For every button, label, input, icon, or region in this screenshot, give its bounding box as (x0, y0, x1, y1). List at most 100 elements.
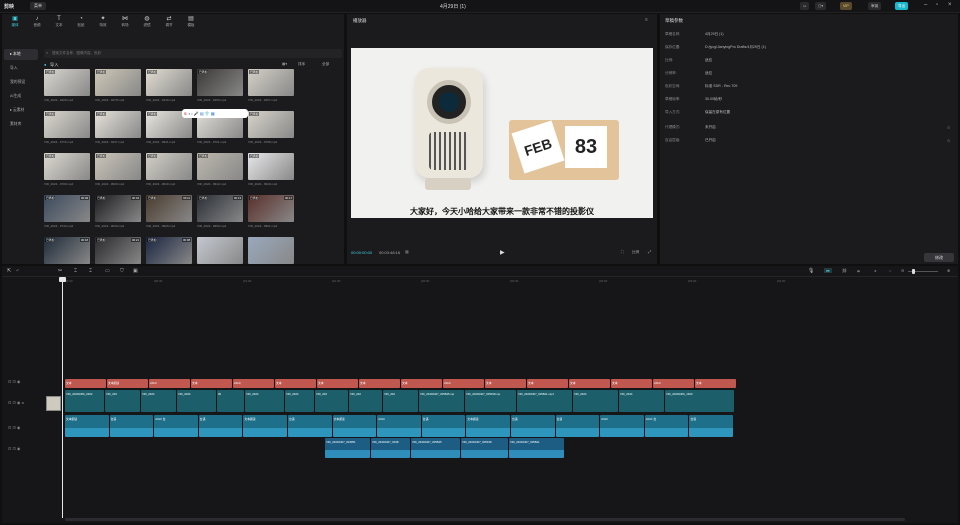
view-toggle-icon[interactable]: ▦▾ (282, 62, 287, 66)
media-thumbnail[interactable]: 已添加 (248, 69, 294, 96)
timeline-clip[interactable]: 台语 (288, 415, 332, 437)
menu-icon[interactable]: ≡ (645, 17, 648, 23)
sidebar-item-1[interactable]: ▸ 本地 (4, 49, 38, 60)
play-icon[interactable]: ▶ (500, 249, 505, 256)
timeline-clip[interactable]: 文本朗读 (332, 415, 377, 437)
shield-icon[interactable]: ⛉ (120, 268, 124, 274)
media-thumbnail[interactable]: 已添加 (197, 69, 243, 96)
split-icon[interactable]: ✂ (58, 268, 62, 274)
media-thumbnail[interactable]: 已添加 (44, 153, 90, 180)
timeline-clip[interactable]: 文本朗读 (65, 415, 109, 437)
media-thumbnail[interactable]: 已添加 (146, 153, 192, 180)
media-thumbnail[interactable]: 已添加 00:13 (197, 195, 243, 222)
media-thumbnail[interactable]: 已添加 00:11 (146, 195, 192, 222)
audio-track2-lock-icon[interactable]: ⊡ ⊡ ◉ (8, 446, 20, 451)
preview-frame[interactable]: FEB 83 大家好，今天小哈给大家带来一款非常不错的投影仪 (351, 48, 653, 218)
timeline-clip[interactable]: VID_2024 (245, 390, 284, 412)
media-thumbnail[interactable]: 已添加 (95, 153, 141, 180)
split-right-icon[interactable]: ⌶ (89, 268, 92, 274)
layout-icon[interactable]: ▭ (800, 2, 810, 10)
timeline-clip[interactable]: VID_20240407_0048 (371, 438, 410, 458)
timeline-clip[interactable]: VID_20240407_004951 (325, 438, 370, 458)
crop-icon[interactable]: ⛶ (621, 249, 624, 254)
timeline-clip[interactable]: 文本朗读 (107, 379, 148, 388)
text-track-lock-icon[interactable]: ⊡ ⊡ ◉ (8, 379, 20, 384)
ratio-button[interactable]: 比例 (632, 250, 639, 255)
media-thumbnail[interactable]: 已添加 (248, 153, 294, 180)
minimize-icon[interactable]: – (924, 2, 927, 8)
sidebar-item-3[interactable]: 我的预设 (4, 77, 38, 88)
timeline-clip[interactable]: 文本 (695, 379, 736, 388)
crop-icon[interactable]: ▣ (133, 268, 138, 274)
vip-button[interactable]: VIP (840, 2, 852, 10)
media-thumbnail[interactable]: 已添加 00:18 (44, 237, 90, 264)
timeline-clip[interactable]: AIGC (653, 379, 694, 388)
timeline-clip[interactable]: VID_202 (383, 390, 418, 412)
timeline-clip[interactable]: VID_2024 (619, 390, 664, 412)
close-icon[interactable]: × (948, 2, 952, 8)
sidebar-item-6[interactable]: 素材库 (4, 119, 38, 130)
media-thumbnail[interactable]: 已添加 (146, 69, 192, 96)
timeline-clip[interactable]: 文本 (359, 379, 400, 388)
media-thumbnail[interactable]: 已添加 00:08 (146, 237, 192, 264)
timeline-clip[interactable]: 文本 (485, 379, 526, 388)
timeline-clip[interactable]: VID_20240407_005821 (509, 438, 564, 458)
tab-1[interactable]: ▣ 媒体 (4, 15, 26, 28)
select-icon[interactable]: ⇱ (7, 268, 11, 274)
tab-6[interactable]: ⋈ 转场 (114, 15, 136, 28)
timeline-clip[interactable]: 文本 (317, 379, 358, 388)
timeline-clip[interactable]: 文本 (65, 379, 106, 388)
timeline-clip[interactable]: 台语 (109, 415, 154, 437)
split-left-icon[interactable]: ⌶ (74, 268, 77, 274)
horizontal-scrollbar[interactable] (65, 518, 905, 521)
info-icon[interactable]: ⊙ (947, 138, 950, 143)
timeline-clip[interactable]: VID_2024 (285, 390, 314, 412)
timeline-clip[interactable]: VID_20240406_1300 (665, 390, 734, 412)
timeline-clip[interactable]: VID_2024 (141, 390, 176, 412)
timeline-clip[interactable]: 台语 (689, 415, 733, 437)
sort-button[interactable]: 排序 (298, 62, 305, 67)
monitor-icon[interactable]: ▢▾ (815, 2, 827, 10)
media-thumbnail[interactable]: 已添加 (44, 111, 90, 138)
filter-button[interactable]: 全部 (322, 62, 329, 67)
media-thumbnail[interactable]: 已添加 00:09 (44, 195, 90, 222)
media-thumbnail[interactable]: 已添加 00:04 (95, 195, 141, 222)
tab-2[interactable]: ♪ 音频 (26, 15, 48, 28)
timeline-clip[interactable]: AIGC (600, 415, 644, 437)
media-thumbnail[interactable] (197, 237, 243, 264)
sidebar-item-4[interactable]: AI生成 (4, 91, 38, 102)
maximize-icon[interactable]: ▫ (936, 2, 938, 8)
import-icon[interactable]: ● (44, 62, 46, 67)
timeline-clip[interactable]: AIGC (377, 415, 421, 437)
tab-8[interactable]: ⇄ 调节 (158, 15, 180, 28)
timeline-clip[interactable]: VID_20240407_005845 (411, 438, 460, 458)
timeline-clip[interactable]: 文本 (527, 379, 568, 388)
align-icon[interactable]: ⫷ (874, 268, 876, 273)
timeline-clip[interactable]: 文本 (275, 379, 316, 388)
sidebar-item-2[interactable]: 导入 (4, 63, 38, 74)
tab-3[interactable]: T 文本 (48, 15, 70, 28)
timeline-clip[interactable]: 台语 (198, 415, 243, 437)
timeline-clip[interactable]: 文本 (611, 379, 652, 388)
tab-7[interactable]: ◍ 滤镜 (136, 15, 158, 28)
timeline-clip[interactable]: 文本 (401, 379, 442, 388)
floating-toolbar[interactable]: S ◑ • 🎤 ▤ 👕 ▦ (182, 109, 248, 118)
sidebar-item-5[interactable]: ▸ 云素材 (4, 105, 38, 116)
timeline-clip[interactable]: VID_20240406_0302 (65, 390, 104, 412)
video-track-lock-icon[interactable]: ⊡ ⊡ ◉ ◂ (8, 400, 24, 405)
timeline-clip[interactable]: VID_20240407_005918.mp (465, 390, 516, 412)
timeline-clip[interactable]: AIGC 台 (644, 415, 689, 437)
timeline-clip[interactable]: 文本 (191, 379, 232, 388)
link-icon[interactable]: ⛓ (842, 268, 847, 273)
timeline-clip[interactable]: 台语 (421, 415, 466, 437)
undo-icon[interactable]: ↶ (16, 268, 19, 273)
media-thumbnail[interactable]: 已添加 (95, 111, 141, 138)
zoom-slider-handle[interactable] (912, 269, 915, 274)
timeline-clip[interactable]: 文本朗读 (243, 415, 287, 437)
mic-icon[interactable]: 🎙 (808, 268, 814, 274)
timeline-clip[interactable]: 00 (217, 390, 244, 412)
media-thumbnail[interactable]: 已添加 00:21 (95, 237, 141, 264)
menu-button[interactable]: 菜单 (30, 2, 46, 10)
timeline-clip[interactable]: AIGC 台 (154, 415, 198, 437)
timeline-clip[interactable]: VID_202 (349, 390, 382, 412)
